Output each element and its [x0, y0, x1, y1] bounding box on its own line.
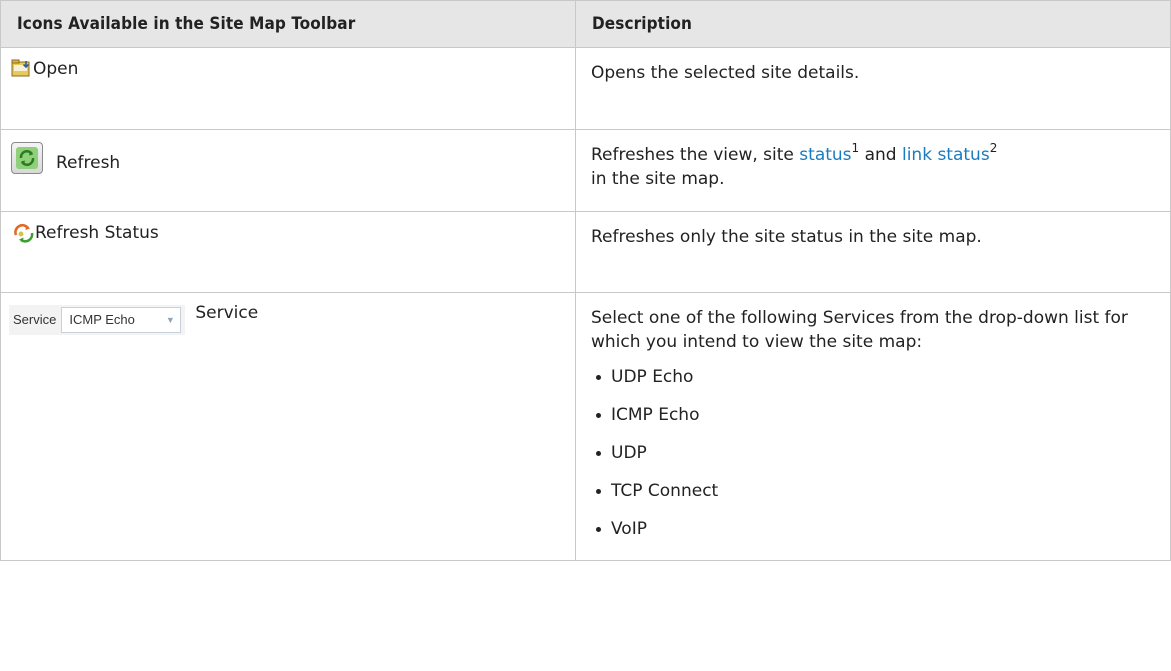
refresh-status-description: Refreshes only the site status in the si…	[575, 211, 1171, 293]
list-item: UDP Echo	[591, 362, 1162, 400]
open-icon-cell: Open	[0, 47, 576, 130]
open-label: Open	[33, 59, 79, 79]
table-row-refresh-status: Refresh Status Refreshes only the site s…	[0, 211, 1171, 293]
footnote-2: 2	[989, 141, 998, 156]
service-description-cell: Select one of the following Services fro…	[575, 292, 1171, 561]
table-row-refresh: Refresh Refreshes the view, site status1…	[0, 129, 1171, 212]
folder-open-icon	[11, 58, 32, 78]
footnote-1: 1	[851, 141, 860, 156]
service-description: Select one of the following Services fro…	[591, 308, 1128, 352]
service-options-list: UDP Echo ICMP Echo UDP TCP Connect VoIP	[591, 362, 1162, 552]
status-link[interactable]: status	[799, 145, 851, 165]
table-header-row: Icons Available in the Site Map Toolbar …	[0, 0, 1171, 48]
refresh-label: Refresh	[56, 153, 121, 173]
service-dropdown[interactable]: ICMP Echo ▼	[61, 307, 182, 333]
chevron-down-icon[interactable]: ▼	[160, 308, 180, 332]
header-icons-column: Icons Available in the Site Map Toolbar	[0, 0, 576, 48]
refresh-status-label: Refresh Status	[35, 223, 159, 243]
refresh-desc-text-1: Refreshes the view, site	[591, 145, 800, 165]
service-widget-label: Service	[13, 312, 57, 327]
table-row-service: Service ICMP Echo ▼ Service Select one o…	[0, 292, 1171, 561]
refresh-desc-text-2: and	[859, 145, 902, 165]
list-item: VoIP	[591, 514, 1162, 552]
service-toolbar-widget: Service ICMP Echo ▼	[9, 305, 186, 335]
open-description: Opens the selected site details.	[575, 47, 1171, 130]
service-label: Service	[195, 303, 259, 323]
table-row-open: Open Opens the selected site details.	[0, 47, 1171, 130]
list-item: UDP	[591, 438, 1162, 476]
refresh-desc-text-3: in the site map.	[591, 169, 725, 189]
service-widget-cell: Service ICMP Echo ▼ Service	[0, 292, 576, 561]
refresh-description: Refreshes the view, site status1 and lin…	[575, 129, 1171, 212]
refresh-status-icon	[14, 223, 34, 243]
refresh-icon	[11, 142, 43, 174]
header-description-column: Description	[575, 0, 1171, 48]
link-status-link[interactable]: link status	[902, 145, 990, 165]
refresh-icon-cell: Refresh	[0, 129, 576, 212]
site-map-toolbar-icons-table: Icons Available in the Site Map Toolbar …	[0, 0, 1171, 561]
refresh-status-icon-cell: Refresh Status	[0, 211, 576, 293]
service-dropdown-value: ICMP Echo	[69, 312, 135, 327]
list-item: TCP Connect	[591, 476, 1162, 514]
list-item: ICMP Echo	[591, 400, 1162, 438]
